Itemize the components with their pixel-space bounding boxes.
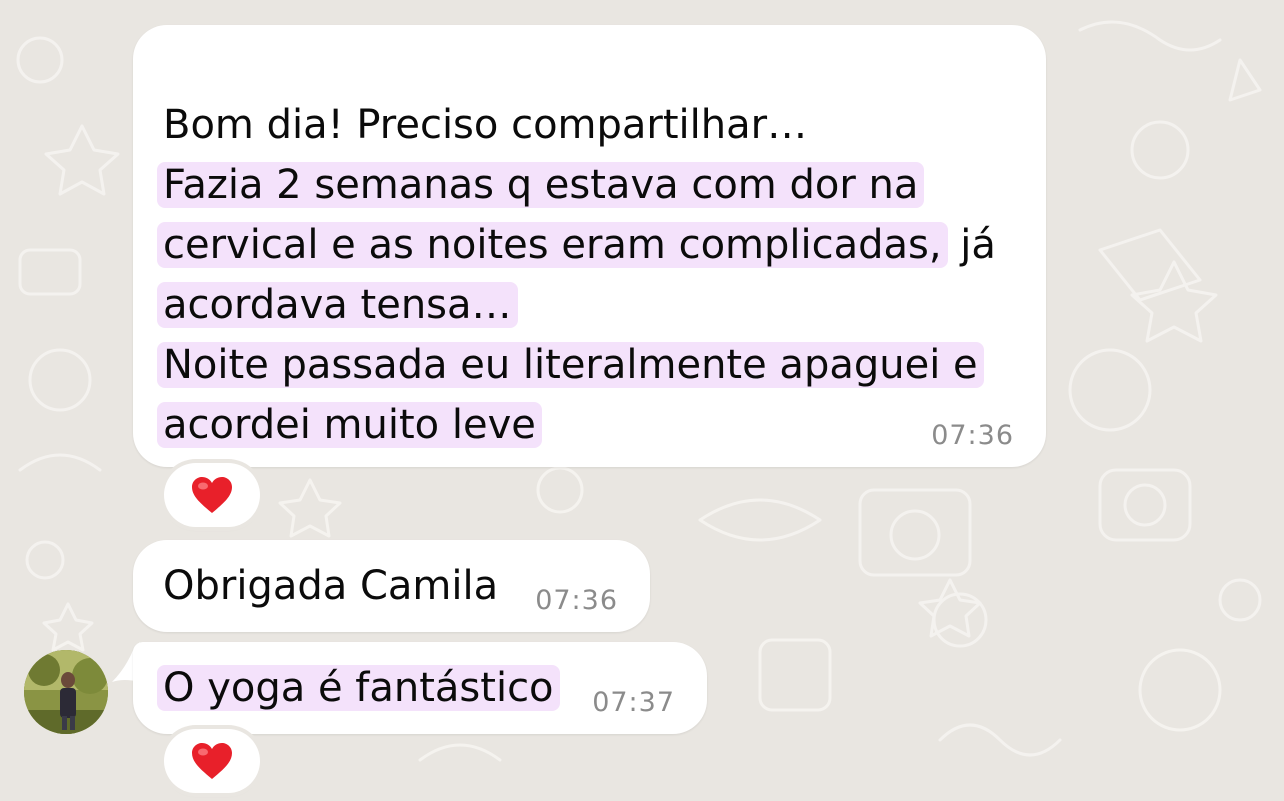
message-text-line: cervical e as noites eram complicadas, bbox=[157, 222, 948, 268]
message-text-line: acordei muito leve bbox=[157, 402, 542, 448]
message-reaction[interactable] bbox=[164, 463, 260, 527]
message-bubble[interactable]: Bom dia! Preciso compartilhar… Fazia 2 s… bbox=[133, 25, 1046, 467]
heart-icon bbox=[192, 743, 232, 779]
avatar-photo bbox=[24, 650, 108, 734]
heart-icon bbox=[192, 477, 232, 513]
contact-avatar[interactable] bbox=[24, 650, 108, 734]
message-bubble[interactable]: O yoga é fantástico 07:37 bbox=[133, 642, 707, 734]
message-text: O yoga é fantástico bbox=[157, 665, 560, 711]
message-bubble[interactable]: Obrigada Camila 07:36 bbox=[133, 540, 650, 632]
message-timestamp: 07:37 bbox=[592, 687, 675, 718]
message-text-line: Noite passada eu literalmente apaguei e bbox=[157, 342, 984, 388]
message-timestamp: 07:36 bbox=[931, 420, 1014, 451]
message-timestamp: 07:36 bbox=[535, 585, 618, 616]
message-text-line: Fazia 2 semanas q estava com dor na bbox=[157, 162, 925, 208]
message-reaction[interactable] bbox=[164, 729, 260, 793]
message-text: Obrigada Camila bbox=[163, 563, 499, 609]
message-text-line: acordava tensa… bbox=[157, 282, 518, 328]
message-text-line: Bom dia! Preciso compartilhar… bbox=[163, 102, 808, 148]
message-text-line: já bbox=[947, 222, 996, 268]
